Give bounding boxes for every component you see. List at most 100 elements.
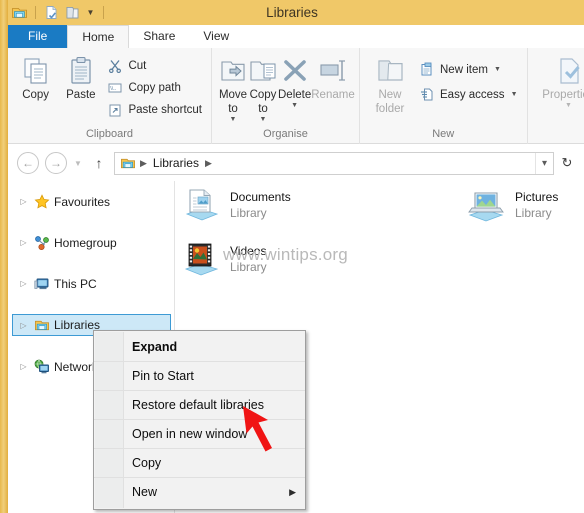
tab-share[interactable]: Share — [129, 25, 189, 48]
libraries-icon — [33, 317, 50, 334]
new-item-label: New item — [440, 63, 488, 76]
easy-access-icon — [419, 87, 435, 103]
properties-icon — [553, 55, 584, 87]
address-bar[interactable]: ▶ Libraries ▶ ▾ — [114, 151, 554, 175]
context-menu-item-expand[interactable]: Expand — [94, 333, 305, 362]
cut-button[interactable]: Cut — [104, 56, 205, 75]
context-menu-item-copy[interactable]: Copy — [94, 449, 305, 478]
move-to-caret-icon[interactable]: ▼ — [230, 116, 237, 123]
toolbar-separator-2 — [103, 6, 104, 19]
cut-icon — [107, 58, 123, 74]
expand-chevron-icon[interactable]: ▷ — [18, 279, 29, 288]
address-history-dropdown[interactable]: ▾ — [535, 152, 553, 174]
easy-access-caret-icon[interactable]: ▼ — [511, 91, 518, 98]
copy-button[interactable]: Copy — [14, 52, 57, 101]
submenu-arrow-icon: ▶ — [289, 487, 296, 497]
delete-icon — [280, 55, 310, 87]
list-item-name: Documents — [230, 190, 291, 204]
copy-label: Copy — [22, 89, 50, 101]
move-to-icon — [218, 55, 248, 87]
paste-button[interactable]: Paste — [59, 52, 102, 101]
delete-label: Delete — [278, 89, 312, 101]
list-item-name: Pictures — [515, 190, 559, 204]
expand-chevron-icon[interactable]: ▷ — [18, 197, 29, 206]
move-to-label2: to — [228, 103, 238, 115]
documents-library-icon — [181, 187, 223, 227]
copy-to-label: Copy — [249, 89, 277, 101]
libraries-icon — [119, 155, 136, 172]
organise-group-label: Organise — [263, 128, 308, 140]
properties-caret-icon[interactable]: ▼ — [565, 102, 572, 109]
delete-caret-icon[interactable]: ▼ — [291, 102, 298, 109]
ribbon-group-new: New folder New item ▼ Easy access ▼ New — [360, 48, 528, 144]
delete-button[interactable]: Delete ▼ — [278, 52, 311, 109]
move-to-label: Move — [218, 89, 248, 101]
paste-shortcut-label: Paste shortcut — [128, 103, 202, 116]
pictures-library-icon — [466, 187, 508, 227]
tab-view[interactable]: View — [189, 25, 243, 48]
new-folder-icon[interactable] — [64, 4, 81, 21]
context-menu-item-restore-default-libraries[interactable]: Restore default libraries — [94, 391, 305, 420]
easy-access-button[interactable]: Easy access ▼ — [416, 85, 521, 104]
sidebar-label-favourites: Favourites — [54, 194, 111, 209]
list-item[interactable]: Documents Library — [181, 187, 291, 227]
properties-icon[interactable] — [43, 4, 60, 21]
cut-label: Cut — [128, 59, 147, 72]
paste-label: Paste — [66, 89, 96, 101]
paste-shortcut-button[interactable]: Paste shortcut — [104, 100, 205, 119]
copy-path-button[interactable]: \\.. Copy path — [104, 78, 205, 97]
list-item[interactable]: Pictures Library — [466, 187, 558, 227]
breadcrumb: ▶ Libraries ▶ — [138, 156, 535, 170]
ribbon-tabs: File Home Share View — [8, 25, 584, 48]
clipboard-small-commands: Cut \\.. Copy path Paste shortcut — [104, 52, 205, 119]
expand-chevron-icon[interactable]: ▷ — [18, 362, 29, 371]
homegroup-icon — [33, 234, 50, 251]
new-item-button[interactable]: New item ▼ — [416, 60, 521, 79]
recent-locations-button[interactable]: ▼ — [70, 159, 86, 168]
rename-button[interactable]: Rename — [311, 52, 355, 101]
new-item-icon — [419, 62, 435, 78]
new-item-caret-icon[interactable]: ▼ — [494, 66, 501, 73]
expand-chevron-icon[interactable]: ▷ — [18, 321, 29, 330]
move-to-button[interactable]: Move to ▼ — [218, 52, 248, 123]
breadcrumb-item-libraries[interactable]: Libraries — [149, 156, 203, 170]
customize-caret-icon[interactable]: ▼ — [85, 8, 96, 17]
copy-to-label2: to — [258, 103, 268, 115]
copy-to-caret-icon[interactable]: ▼ — [260, 116, 267, 123]
breadcrumb-separator-icon-2[interactable]: ▶ — [203, 158, 214, 169]
tab-home[interactable]: Home — [67, 25, 130, 48]
svg-text:\\..: \\.. — [111, 86, 118, 92]
context-menu-item-pin-to-start[interactable]: Pin to Start — [94, 362, 305, 391]
forward-button[interactable]: → — [45, 152, 67, 174]
star-icon — [33, 193, 50, 210]
properties-button[interactable]: Properties ▼ — [540, 52, 584, 109]
up-button[interactable]: ↑ — [89, 155, 109, 171]
context-menu-item-new[interactable]: New ▶ — [94, 478, 305, 507]
sidebar-item-homegroup[interactable]: ▷ Homegroup — [8, 232, 174, 253]
file-explorer-window: ▼ Libraries File Home Share View Copy Pa… — [0, 0, 584, 513]
expand-chevron-icon[interactable]: ▷ — [18, 238, 29, 247]
libraries-icon[interactable] — [11, 4, 28, 21]
copy-to-button[interactable]: Copy to ▼ — [248, 52, 278, 123]
title-bar: ▼ Libraries — [0, 0, 584, 25]
tab-file[interactable]: File — [8, 25, 68, 48]
new-folder-button[interactable]: New folder — [366, 52, 414, 115]
context-menu-item-new-label: New — [132, 485, 158, 499]
rename-label: Rename — [311, 89, 355, 101]
back-button[interactable]: ← — [17, 152, 39, 174]
sidebar-item-this-pc[interactable]: ▷ This PC — [8, 273, 174, 294]
context-menu-item-open-in-new-window[interactable]: Open in new window — [94, 420, 305, 449]
ribbon-group-clipboard: Copy Paste Cut \\.. Copy path Paste shor… — [8, 48, 212, 144]
list-item-subtitle: Library — [230, 206, 267, 220]
sidebar-item-favourites[interactable]: ▷ Favourites — [8, 191, 174, 212]
quick-access-toolbar: ▼ — [0, 4, 107, 21]
list-item[interactable]: Videos Library — [181, 241, 267, 281]
window-border-left — [0, 0, 8, 513]
breadcrumb-separator-icon[interactable]: ▶ — [138, 158, 149, 169]
paste-shortcut-icon — [107, 102, 123, 118]
copy-icon — [20, 55, 52, 87]
refresh-button[interactable]: ↻ — [556, 155, 578, 171]
ribbon-group-organise: Move to ▼ Copy to ▼ Delete ▼ Rename Orga… — [212, 48, 360, 144]
ribbon: Copy Paste Cut \\.. Copy path Paste shor… — [8, 48, 584, 144]
new-folder-label2: folder — [375, 103, 405, 115]
